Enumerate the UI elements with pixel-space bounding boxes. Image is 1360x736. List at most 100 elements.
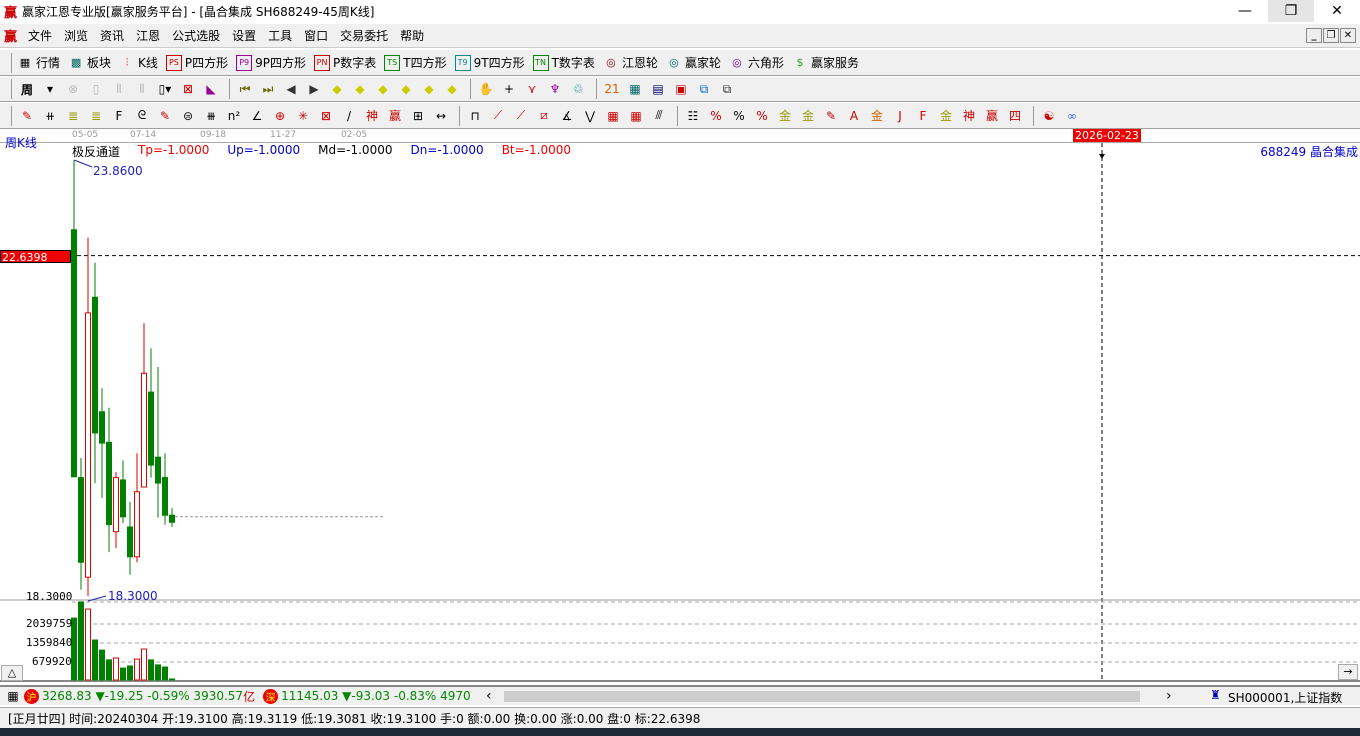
pen-icon[interactable]: ✎ — [17, 107, 37, 125]
hand-icon[interactable]: ✋ — [476, 80, 496, 98]
toolbar-button-dollar[interactable]: $ 赢家服务 — [792, 54, 859, 71]
scroll-right-button[interactable]: → — [1338, 664, 1358, 680]
n2-icon[interactable]: n² — [224, 107, 244, 125]
toolbar-button-tn[interactable]: TN T数字表 — [532, 54, 595, 71]
candle-down[interactable] — [99, 411, 105, 444]
toolbar-button-ts[interactable]: TS T四方形 — [384, 54, 447, 71]
pen2-icon[interactable]: ✎ — [155, 107, 175, 125]
diag-icon[interactable]: ⫻ — [649, 107, 669, 125]
gold-angle-icon[interactable]: 金 — [936, 107, 956, 125]
wave-icon[interactable]: ⋁ — [580, 107, 600, 125]
grid2-icon[interactable]: ▦ — [603, 107, 623, 125]
shen-angle-icon[interactable]: 神 — [959, 107, 979, 125]
restore-button[interactable]: ❐ — [1268, 0, 1314, 22]
toolbar-button-hexagon[interactable]: ◎ 六角形 — [729, 54, 784, 71]
save-icon[interactable]: ▣ — [671, 80, 691, 98]
prev-icon[interactable]: ◀ — [281, 80, 301, 98]
infinity-icon[interactable]: ∞ — [1062, 107, 1082, 125]
candle-down[interactable] — [148, 391, 154, 466]
god-icon[interactable]: 神 — [362, 107, 382, 125]
mdi-restore-button[interactable]: ❐ — [1323, 28, 1339, 43]
toolbar-button-ps[interactable]: PS P四方形 — [165, 54, 228, 71]
stock-icon[interactable]: ⊗ — [63, 80, 83, 98]
first-icon[interactable]: ⏮ — [235, 80, 255, 98]
candle-up[interactable] — [141, 372, 147, 488]
zoom-out-icon[interactable]: ◆ — [442, 80, 462, 98]
expand-icon[interactable]: ◆ — [373, 80, 393, 98]
menu-item[interactable]: 设置 — [226, 27, 262, 44]
shrink-icon[interactable]: ◆ — [396, 80, 416, 98]
menu-item[interactable]: 资讯 — [94, 27, 130, 44]
table-icon[interactable]: ☷ — [683, 107, 703, 125]
zoom-in-icon[interactable]: ◆ — [419, 80, 439, 98]
menu-item[interactable]: 浏览 — [58, 27, 94, 44]
star-icon[interactable]: ✳ — [293, 107, 313, 125]
yinyang-icon[interactable]: ☯ — [1039, 107, 1059, 125]
period-selector[interactable]: 周 — [17, 80, 37, 98]
menu-item[interactable]: 窗口 — [298, 27, 334, 44]
candle-up[interactable] — [85, 312, 91, 578]
lines-icon[interactable]: ⧻ — [201, 107, 221, 125]
arrow-left-icon[interactable]: ◆ — [327, 80, 347, 98]
spiral-icon[interactable]: ᘓ — [132, 107, 152, 125]
candle-down[interactable] — [78, 477, 84, 563]
tool-icon[interactable]: ♆ — [545, 80, 565, 98]
kline-chart[interactable] — [0, 143, 1360, 683]
target-icon[interactable]: ⊕ — [270, 107, 290, 125]
connect-icon[interactable]: ⧉ — [717, 80, 737, 98]
crosshair-icon[interactable]: + — [499, 80, 519, 98]
gann-gold-2-icon[interactable]: ≣ — [86, 107, 106, 125]
color-chart-icon[interactable]: ◣ — [201, 80, 221, 98]
mdi-close-button[interactable]: ✕ — [1340, 28, 1356, 43]
menu-item[interactable]: 公式选股 — [166, 27, 226, 44]
width-icon[interactable]: ↔ — [431, 107, 451, 125]
candle-down[interactable] — [71, 229, 77, 478]
index-selector[interactable]: SH000001,上证指数 — [1228, 689, 1342, 706]
scroll-right-icon[interactable]: › — [1166, 688, 1172, 704]
toolbar-button-t9[interactable]: T9 9T四方形 — [454, 54, 525, 71]
candle-down[interactable] — [162, 477, 168, 516]
chart-small-2-icon[interactable]: ⫴ — [132, 80, 152, 98]
formula-icon[interactable]: ⊠ — [178, 80, 198, 98]
calendar-icon[interactable]: 21 — [602, 80, 622, 98]
angle2-icon[interactable]: ∡ — [557, 107, 577, 125]
ay-icon[interactable]: A — [844, 107, 864, 125]
candle-down[interactable] — [92, 296, 98, 434]
candle-down[interactable] — [169, 514, 175, 523]
frame-icon[interactable]: ⊓ — [465, 107, 485, 125]
slash-icon[interactable]: / — [339, 107, 359, 125]
ying-angle-icon[interactable]: 赢 — [982, 107, 1002, 125]
chart-small-icon[interactable]: ⫴ — [109, 80, 129, 98]
fan2-icon[interactable]: ⟋ — [511, 107, 531, 125]
fib-icon[interactable]: F — [109, 107, 129, 125]
doc-icon[interactable]: ▯ — [86, 80, 106, 98]
menu-item[interactable]: 交易委托 — [334, 27, 394, 44]
win-icon[interactable]: 赢 — [385, 107, 405, 125]
four-angle-icon[interactable]: 四 — [1005, 107, 1025, 125]
menu-item[interactable]: 工具 — [262, 27, 298, 44]
next-icon[interactable]: ▶ — [304, 80, 324, 98]
expand-panel-button[interactable]: △ — [1, 665, 23, 681]
f-angle-icon[interactable]: F — [913, 107, 933, 125]
rocket-icon[interactable]: ✎ — [821, 107, 841, 125]
box-icon[interactable]: ⊠ — [316, 107, 336, 125]
network-icon[interactable]: ⧉ — [694, 80, 714, 98]
mdi-minimize-button[interactable]: _ — [1306, 28, 1322, 43]
scroll-left-icon[interactable]: ‹ — [486, 688, 492, 704]
toolbar-button-blocks[interactable]: ▩ 板块 — [68, 54, 111, 71]
minimize-button[interactable]: — — [1222, 0, 1268, 22]
candle-down[interactable] — [127, 526, 133, 558]
calculator-icon[interactable]: ▦ — [625, 80, 645, 98]
ruler-icon[interactable]: ⊞ — [408, 107, 428, 125]
toolbar-button-gann-wheel[interactable]: ◎ 江恩轮 — [603, 54, 658, 71]
pct-red-icon[interactable]: % — [706, 107, 726, 125]
toolbar-button-pn[interactable]: PN P数字表 — [314, 54, 376, 71]
ticker-scrollbar[interactable]: ‹ › — [472, 688, 1202, 704]
gann-gold-icon[interactable]: ≣ — [63, 107, 83, 125]
candle-down[interactable] — [155, 456, 161, 484]
gold-circle-icon[interactable]: 金 — [775, 107, 795, 125]
last-icon[interactable]: ⏭ — [258, 80, 278, 98]
toolbar-button-kline[interactable]: ⫶ K线 — [119, 54, 158, 71]
menu-item[interactable]: 江恩 — [130, 27, 166, 44]
toolbar-button-winner-wheel[interactable]: ◎ 赢家轮 — [666, 54, 721, 71]
